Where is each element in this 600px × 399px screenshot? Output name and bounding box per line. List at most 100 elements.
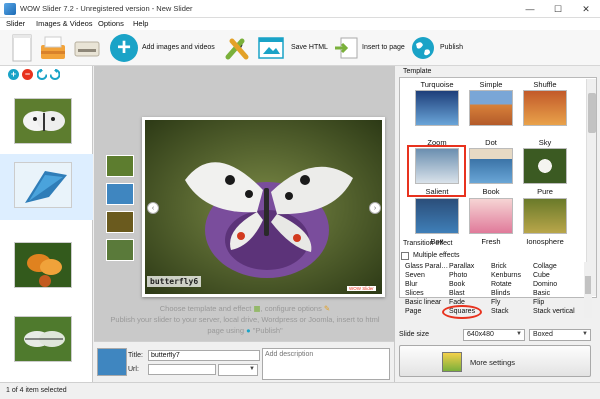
template-pure[interactable]: [523, 148, 567, 184]
save-html-button[interactable]: Save HTML: [258, 33, 328, 63]
effect-slices[interactable]: Slices: [405, 290, 424, 297]
transition-heading: Transition effect: [403, 240, 453, 247]
effects-list: Glass Paral… Seven Blur Slices Basic lin…: [399, 262, 597, 320]
scrollbar-thumb[interactable]: [588, 93, 596, 133]
tools-icon: [225, 38, 249, 60]
image-thumb-4[interactable]: [14, 316, 72, 362]
template-heading: Template: [403, 68, 432, 75]
chevron-right-icon: ›: [373, 204, 377, 212]
menu-images-videos[interactable]: Images & Videos: [36, 19, 93, 28]
description-input[interactable]: [262, 348, 390, 380]
template-fresh[interactable]: [469, 198, 513, 234]
template-shuffle[interactable]: [523, 90, 567, 126]
menu-slider[interactable]: Slider: [6, 19, 25, 28]
butterfly-thumbnail: [15, 163, 71, 207]
slide-mode-select[interactable]: Boxed ▼: [529, 329, 591, 341]
effect-page[interactable]: Page: [405, 308, 421, 315]
image-thumb-3[interactable]: [14, 242, 72, 288]
slide-size-value: 640x480: [467, 331, 494, 338]
menu-options[interactable]: Options: [98, 19, 124, 28]
butterfly-thumbnail: [15, 243, 71, 287]
template-label-book: Book: [482, 187, 500, 196]
template-simple[interactable]: [469, 90, 513, 126]
title-input[interactable]: [148, 350, 260, 361]
open-button[interactable]: [38, 33, 68, 63]
next-slide-button[interactable]: ›: [369, 202, 381, 214]
image-thumb-1[interactable]: [14, 98, 72, 144]
effect-brick[interactable]: Brick: [491, 263, 507, 270]
template-ionosphere[interactable]: [523, 198, 567, 234]
effect-book[interactable]: Book: [449, 281, 465, 288]
template-label-pure: Pure: [537, 187, 553, 196]
insert-to-page-button[interactable]: Insert to page: [334, 33, 410, 63]
effects-scrollbar[interactable]: [584, 262, 592, 318]
instructions-line-1: Choose template and effect ▦, configure …: [100, 304, 390, 313]
effect-stack[interactable]: Stack: [491, 308, 509, 315]
template-label-dot: Dot: [485, 138, 497, 147]
effect-blast[interactable]: Blast: [449, 290, 465, 297]
effect-basic[interactable]: Basic: [533, 290, 550, 297]
image-thumb-2[interactable]: [14, 162, 72, 208]
effect-flip[interactable]: Flip: [533, 299, 544, 306]
move-up-button[interactable]: [36, 69, 48, 80]
preview-thumb-3[interactable]: [106, 211, 134, 233]
globe-icon: [412, 37, 434, 59]
effects-scrollbar-thumb[interactable]: [585, 276, 591, 294]
instruction-text-1: Choose template and effect: [159, 304, 254, 313]
move-down-button[interactable]: [49, 69, 61, 80]
save-html-label: Save HTML: [291, 44, 328, 51]
maximize-button[interactable]: ☐: [544, 0, 572, 18]
effect-stack-vertical[interactable]: Stack vertical: [533, 308, 575, 315]
add-image-button[interactable]: +: [8, 69, 19, 80]
save-button[interactable]: [72, 33, 102, 63]
effect-photo[interactable]: Photo: [449, 272, 467, 279]
dropdown-arrow-icon: ▼: [516, 331, 522, 337]
template-label-ionosphere: Ionosphere: [526, 237, 564, 246]
url-input[interactable]: [148, 364, 216, 375]
preview-thumb-2[interactable]: [106, 183, 134, 205]
template-book[interactable]: [469, 148, 513, 184]
publish-button[interactable]: Publish: [411, 33, 471, 63]
template-box[interactable]: [415, 198, 459, 234]
minimize-button[interactable]: —: [516, 0, 544, 18]
effect-glass-parallax[interactable]: Glass Paral…: [405, 263, 448, 270]
template-label-shuffle: Shuffle: [533, 80, 557, 89]
effect-basic-linear[interactable]: Basic linear: [405, 299, 441, 306]
effect-rotate[interactable]: Rotate: [491, 281, 512, 288]
effect-blur[interactable]: Blur: [405, 281, 417, 288]
prev-slide-button[interactable]: ‹: [147, 202, 159, 214]
effect-seven[interactable]: Seven: [405, 272, 425, 279]
template-turquoise[interactable]: [415, 90, 459, 126]
url-target-select[interactable]: ▼: [218, 364, 258, 376]
template-label-salient: Salient: [425, 187, 449, 196]
status-bar: 1 of 4 item selected: [0, 382, 600, 399]
new-document-icon: [12, 34, 32, 62]
instructions-line-3: page using ● "Publish": [100, 326, 390, 335]
settings-panel: Template Turquoise Simple Shuffle Zoom D…: [394, 66, 600, 382]
slide-size-select[interactable]: 640x480 ▼: [463, 329, 525, 341]
effect-parallax[interactable]: Parallax: [449, 263, 474, 270]
close-button[interactable]: ✕: [572, 0, 600, 18]
effect-collage[interactable]: Collage: [533, 263, 557, 270]
more-settings-button[interactable]: More settings: [399, 345, 591, 377]
add-icon: +: [110, 34, 138, 62]
dropdown-arrow-icon: ▼: [249, 366, 255, 372]
effect-fly[interactable]: Fly: [491, 299, 500, 306]
preview-thumb-4[interactable]: [106, 239, 134, 261]
preview-thumb-1[interactable]: [106, 155, 134, 177]
new-slider-button[interactable]: [10, 33, 34, 63]
butterfly-thumbnail: [15, 317, 71, 361]
remove-image-button[interactable]: −: [22, 69, 33, 80]
menu-help[interactable]: Help: [133, 19, 148, 28]
effect-blinds[interactable]: Blinds: [491, 290, 510, 297]
template-label-sky: Sky: [538, 138, 552, 147]
effect-cube[interactable]: Cube: [533, 272, 550, 279]
rotate-left-icon: [36, 69, 48, 80]
effect-domino[interactable]: Domino: [533, 281, 557, 288]
slide-size-label: Slide size: [399, 331, 429, 338]
butterfly-thumbnail: [15, 99, 71, 143]
multiple-effects-checkbox[interactable]: [401, 252, 409, 260]
menu-bar: Slider Images & Videos Options Help: [0, 18, 600, 30]
options-button[interactable]: [222, 33, 254, 63]
effect-kenburns[interactable]: Kenburns: [491, 272, 521, 279]
